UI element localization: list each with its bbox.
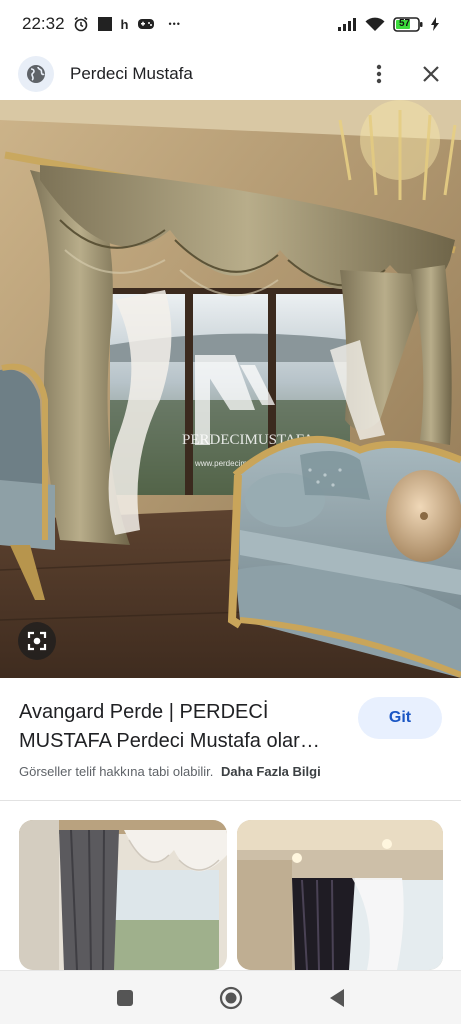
status-right: 57 [337,16,439,32]
carrier-letter: h [120,16,129,32]
battery-icon: 57 [393,16,423,32]
result-title[interactable]: Avangard Perde | PERDECİ MUSTAFA Perdeci… [19,698,339,756]
battery-level: 57 [399,17,411,29]
lens-search-icon[interactable] [18,622,56,660]
status-time: 22:32 [22,14,65,33]
copyright-notice: Görseller telif hakkına tabi olabilir. D… [19,764,321,779]
globe-icon [18,56,54,92]
more-info-link[interactable]: Daha Fazla Bilgi [221,764,321,779]
home-circle-icon[interactable] [219,986,243,1010]
alarm-icon [73,16,89,32]
status-bar: 22:32 h ••• 57 [0,0,461,48]
charging-bolt-icon [431,17,439,31]
related-curtain-thumb-2 [237,820,443,970]
visit-button[interactable]: Git [358,697,442,739]
recents-square-icon[interactable] [113,986,137,1010]
copyright-text: Görseller telif hakkına tabi olabilir. [19,764,214,779]
close-icon[interactable] [419,62,443,86]
related-image-1[interactable] [19,820,227,970]
system-nav-bar [0,970,461,1024]
top-bar: Perdeci Mustafa [0,48,461,100]
result-title-line2: MUSTAFA Perdeci Mustafa olar… [19,730,320,752]
curtain-room-illustration: PERDECIMUSTAFA www.perdecimustafa.com [0,100,461,678]
page-title: Perdeci Mustafa [70,64,193,83]
status-left: 22:32 h ••• [22,14,181,34]
signal-icon [337,17,357,31]
result-info: Avangard Perde | PERDECİ MUSTAFA Perdeci… [0,678,461,800]
related-image-2[interactable] [237,820,443,970]
gamepad-icon [137,17,155,31]
back-triangle-icon[interactable] [325,986,349,1010]
hero-image[interactable]: PERDECIMUSTAFA www.perdecimustafa.com [0,100,461,678]
divider [0,800,461,801]
wifi-icon [365,17,385,32]
top-actions [367,62,443,86]
more-vert-icon[interactable] [367,62,391,86]
more-notifications-dots: ••• [168,19,181,29]
related-curtain-thumb-1 [19,820,227,970]
square-notification-icon [97,16,113,32]
result-title-line1: Avangard Perde | PERDECİ [19,701,269,723]
